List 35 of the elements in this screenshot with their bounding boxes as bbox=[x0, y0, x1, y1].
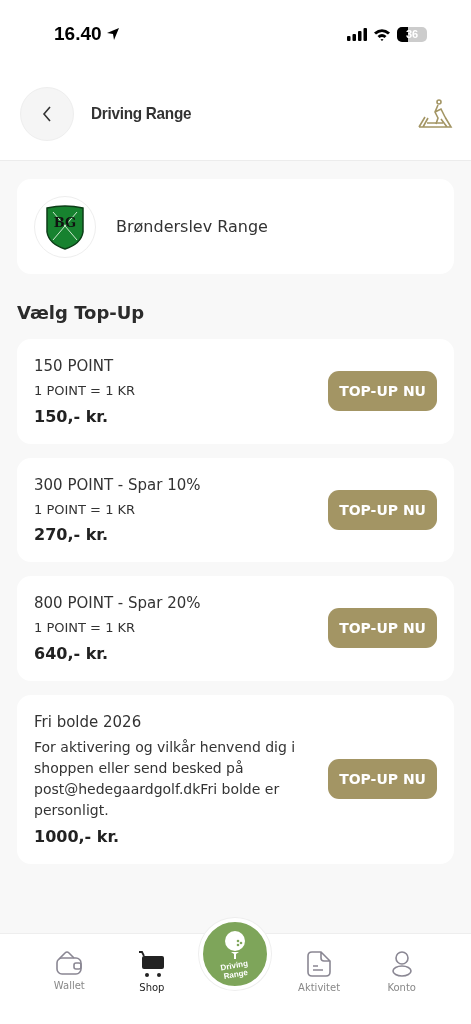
tab-item[interactable]: Wallet bbox=[34, 934, 105, 991]
golf-ball-icon bbox=[223, 929, 248, 960]
offer-price: 1000,- kr. bbox=[34, 826, 121, 846]
offer-title: 300 POINT - Spar 10% bbox=[34, 475, 202, 494]
club-name: Brønderslev Range bbox=[116, 217, 268, 236]
top-up-button[interactable]: TOP-UP NU bbox=[328, 489, 437, 530]
top-up-button[interactable]: TOP-UP NU bbox=[328, 759, 437, 799]
offer-title: 150 POINT bbox=[34, 357, 115, 375]
tab-item[interactable]: Konto bbox=[366, 934, 437, 993]
golfer-icon[interactable] bbox=[417, 99, 453, 129]
location-arrow-icon bbox=[105, 27, 120, 41]
wallet-icon bbox=[55, 950, 84, 976]
document-icon bbox=[306, 950, 333, 978]
offer-title: Fri bolde 2026 bbox=[34, 712, 143, 731]
offer-price: 270,- kr. bbox=[34, 525, 109, 544]
tab-item[interactable]: Shop bbox=[116, 934, 187, 993]
top-up-button[interactable]: TOP-UP NU bbox=[328, 371, 437, 412]
offer-description: For aktivering og vilkår henvend dig i shoppen eller send besked på post@hedegaardgolf.dkFri bolde er personligt. bbox=[34, 737, 297, 820]
person-icon bbox=[389, 950, 414, 978]
driving-range-tab[interactable]: Driving Range bbox=[199, 918, 272, 990]
offer-description: 1 POINT = 1 KR bbox=[34, 382, 137, 400]
status-time: 16.40 bbox=[54, 23, 120, 45]
offer-description: 1 POINT = 1 KR bbox=[34, 619, 137, 637]
offer-title: 800 POINT - Spar 20% bbox=[34, 594, 202, 612]
top-up-button[interactable]: TOP-UP NU bbox=[328, 608, 437, 649]
chevron-left-icon bbox=[42, 106, 52, 122]
cart-icon bbox=[137, 950, 166, 978]
section-heading: Vælg Top-Up bbox=[17, 302, 146, 323]
offer-description: 1 POINT = 1 KR bbox=[34, 500, 137, 519]
signal-icon bbox=[347, 27, 367, 41]
tab-item[interactable]: Aktivitet bbox=[284, 934, 355, 993]
offer-price: 640,- kr. bbox=[34, 643, 109, 663]
page-title: Driving Range bbox=[91, 104, 193, 124]
wifi-icon bbox=[373, 27, 391, 41]
offer-price: 150,- kr. bbox=[34, 406, 109, 426]
